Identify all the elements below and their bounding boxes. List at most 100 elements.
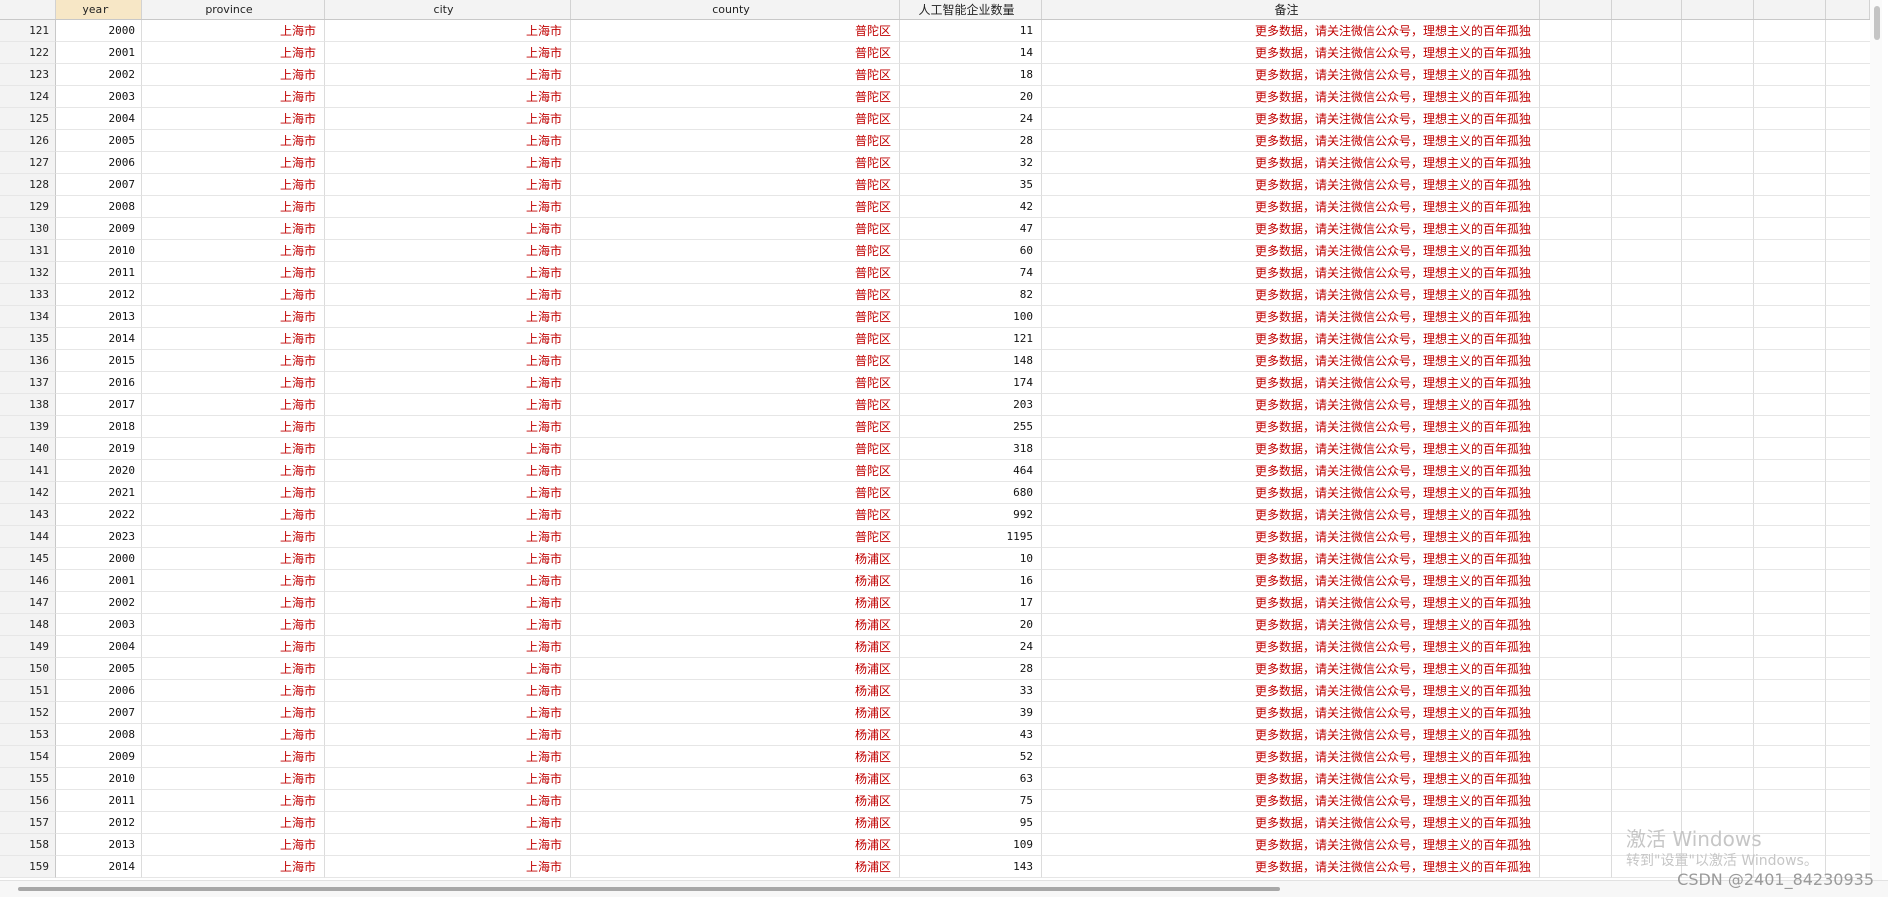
cell-province[interactable]: 上海市 (142, 372, 325, 394)
empty-cell[interactable] (1612, 592, 1682, 614)
empty-cell[interactable] (1682, 460, 1754, 482)
cell-ai-company-count[interactable]: 24 (900, 636, 1042, 658)
empty-cell[interactable] (1754, 482, 1826, 504)
empty-cell[interactable] (1682, 658, 1754, 680)
empty-cell[interactable] (1754, 108, 1826, 130)
empty-cell[interactable] (1682, 174, 1754, 196)
row-number[interactable]: 155 (0, 768, 56, 790)
cell-county[interactable]: 普陀区 (571, 130, 900, 152)
table-row[interactable]: 127 2006 上海市 上海市 普陀区 32 更多数据，请关注微信公众号，理想主义的百年孤… (0, 152, 1870, 174)
empty-cell[interactable] (1826, 152, 1870, 174)
cell-county[interactable]: 普陀区 (571, 526, 900, 548)
empty-cell[interactable] (1540, 284, 1612, 306)
empty-cell[interactable] (1826, 306, 1870, 328)
cell-year[interactable]: 2015 (56, 350, 142, 372)
empty-cell[interactable] (1612, 20, 1682, 42)
empty-cell[interactable] (1754, 218, 1826, 240)
empty-cell[interactable] (1612, 372, 1682, 394)
cell-city[interactable]: 上海市 (325, 680, 571, 702)
empty-cell[interactable] (1826, 548, 1870, 570)
row-number[interactable]: 154 (0, 746, 56, 768)
cell-province[interactable]: 上海市 (142, 64, 325, 86)
cell-ai-company-count[interactable]: 20 (900, 614, 1042, 636)
empty-cell[interactable] (1826, 570, 1870, 592)
cell-ai-company-count[interactable]: 24 (900, 108, 1042, 130)
cell-year[interactable]: 2014 (56, 328, 142, 350)
cell-ai-company-count[interactable]: 17 (900, 592, 1042, 614)
empty-cell[interactable] (1826, 218, 1870, 240)
empty-cell[interactable] (1540, 614, 1612, 636)
cell-year[interactable]: 2003 (56, 86, 142, 108)
cell-county[interactable]: 普陀区 (571, 394, 900, 416)
cell-county[interactable]: 普陀区 (571, 460, 900, 482)
cell-ai-company-count[interactable]: 33 (900, 680, 1042, 702)
cell-province[interactable]: 上海市 (142, 394, 325, 416)
cell-ai-company-count[interactable]: 63 (900, 768, 1042, 790)
empty-cell[interactable] (1754, 504, 1826, 526)
cell-city[interactable]: 上海市 (325, 812, 571, 834)
empty-cell[interactable] (1754, 460, 1826, 482)
cell-year[interactable]: 2007 (56, 174, 142, 196)
cell-ai-company-count[interactable]: 18 (900, 64, 1042, 86)
cell-year[interactable]: 2021 (56, 482, 142, 504)
cell-county[interactable]: 杨浦区 (571, 724, 900, 746)
empty-cell[interactable] (1540, 658, 1612, 680)
empty-cell[interactable] (1612, 42, 1682, 64)
cell-county[interactable]: 普陀区 (571, 64, 900, 86)
empty-cell[interactable] (1540, 240, 1612, 262)
row-number[interactable]: 143 (0, 504, 56, 526)
cell-ai-company-count[interactable]: 74 (900, 262, 1042, 284)
cell-year[interactable]: 2003 (56, 614, 142, 636)
cell-year[interactable]: 2006 (56, 152, 142, 174)
empty-cell[interactable] (1826, 592, 1870, 614)
empty-cell[interactable] (1682, 438, 1754, 460)
cell-province[interactable]: 上海市 (142, 42, 325, 64)
row-number[interactable]: 125 (0, 108, 56, 130)
empty-cell[interactable] (1754, 350, 1826, 372)
cell-ai-company-count[interactable]: 11 (900, 20, 1042, 42)
cell-county[interactable]: 杨浦区 (571, 592, 900, 614)
empty-cell[interactable] (1540, 812, 1612, 834)
empty-cell[interactable] (1754, 526, 1826, 548)
empty-cell[interactable] (1682, 130, 1754, 152)
empty-cell[interactable] (1682, 20, 1754, 42)
cell-city[interactable]: 上海市 (325, 130, 571, 152)
cell-note[interactable]: 更多数据，请关注微信公众号，理想主义的百年孤独 (1042, 812, 1540, 834)
cell-year[interactable]: 2009 (56, 746, 142, 768)
cell-year[interactable]: 2011 (56, 262, 142, 284)
row-number[interactable]: 124 (0, 86, 56, 108)
empty-cell[interactable] (1540, 42, 1612, 64)
cell-note[interactable]: 更多数据，请关注微信公众号，理想主义的百年孤独 (1042, 350, 1540, 372)
empty-cell[interactable] (1612, 504, 1682, 526)
cell-year[interactable]: 2017 (56, 394, 142, 416)
cell-year[interactable]: 2020 (56, 460, 142, 482)
cell-county[interactable]: 普陀区 (571, 196, 900, 218)
cell-ai-company-count[interactable]: 32 (900, 152, 1042, 174)
cell-county[interactable]: 杨浦区 (571, 570, 900, 592)
cell-note[interactable]: 更多数据，请关注微信公众号，理想主义的百年孤独 (1042, 240, 1540, 262)
empty-cell[interactable] (1826, 20, 1870, 42)
row-number[interactable]: 123 (0, 64, 56, 86)
empty-cell[interactable] (1612, 130, 1682, 152)
vertical-scrollbar-thumb[interactable] (1874, 6, 1880, 40)
cell-year[interactable]: 2022 (56, 504, 142, 526)
cell-ai-company-count[interactable]: 75 (900, 790, 1042, 812)
cell-year[interactable]: 2005 (56, 130, 142, 152)
row-number[interactable]: 130 (0, 218, 56, 240)
cell-note[interactable]: 更多数据，请关注微信公众号，理想主义的百年孤独 (1042, 702, 1540, 724)
cell-province[interactable]: 上海市 (142, 20, 325, 42)
cell-note[interactable]: 更多数据，请关注微信公众号，理想主义的百年孤独 (1042, 20, 1540, 42)
empty-cell[interactable] (1754, 592, 1826, 614)
empty-cell[interactable] (1612, 328, 1682, 350)
cell-note[interactable]: 更多数据，请关注微信公众号，理想主义的百年孤独 (1042, 548, 1540, 570)
cell-ai-company-count[interactable]: 464 (900, 460, 1042, 482)
cell-city[interactable]: 上海市 (325, 592, 571, 614)
cell-county[interactable]: 普陀区 (571, 240, 900, 262)
table-row[interactable]: 152 2007 上海市 上海市 杨浦区 39 更多数据，请关注微信公众号，理想主义的百年孤… (0, 702, 1870, 724)
cell-province[interactable]: 上海市 (142, 746, 325, 768)
column-header-empty[interactable] (1682, 0, 1754, 19)
empty-cell[interactable] (1540, 768, 1612, 790)
table-row[interactable]: 134 2013 上海市 上海市 普陀区 100 更多数据，请关注微信公众号，理想主义的百年… (0, 306, 1870, 328)
cell-ai-company-count[interactable]: 174 (900, 372, 1042, 394)
empty-cell[interactable] (1612, 152, 1682, 174)
